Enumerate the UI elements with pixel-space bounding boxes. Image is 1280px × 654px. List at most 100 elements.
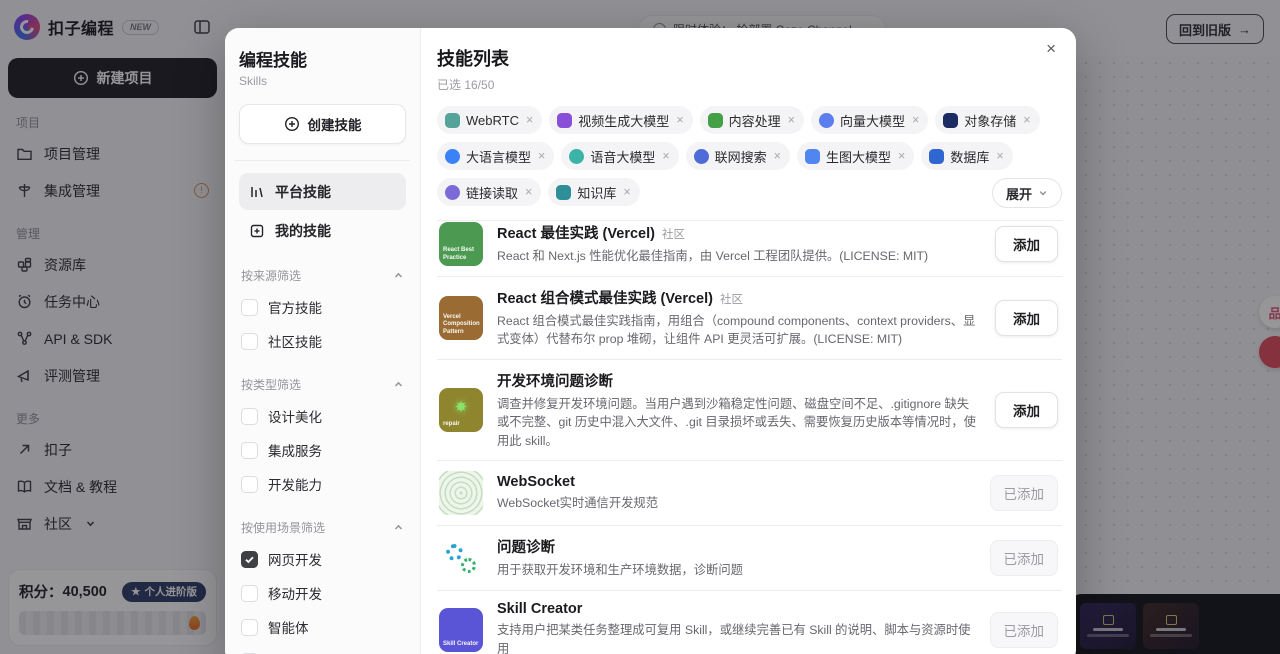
remove-tag-icon[interactable]: × (676, 113, 683, 127)
nav-platform-skills[interactable]: 平台技能 (239, 173, 406, 210)
skill-icon-gears (439, 536, 483, 580)
create-skill-label: 创建技能 (308, 114, 362, 134)
tag-link-reader[interactable]: 链接读取× (437, 178, 541, 206)
checkbox-icon (241, 619, 258, 636)
remove-tag-icon[interactable]: × (525, 185, 532, 199)
skill-icon-text: Vercel Composition Pattern (443, 314, 483, 337)
remove-tag-icon[interactable]: × (996, 149, 1003, 163)
skill-title: React 组合模式最佳实践 (Vercel) (497, 291, 713, 307)
checkbox-label: 移动开发 (268, 583, 322, 603)
checkbox-official-skills[interactable]: 官方技能 (239, 290, 406, 324)
skill-icon-text: Skill Creator (443, 641, 478, 649)
tag-database[interactable]: 数据库 × (921, 142, 1012, 170)
tag-label: 生图大模型 (826, 147, 891, 166)
create-skill-button[interactable]: 创建技能 (239, 104, 406, 144)
checkbox-icon (241, 333, 258, 350)
tag-web-search[interactable]: 联网搜索× (686, 142, 790, 170)
skill-description: WebSocket实时通信开发规范 (497, 494, 976, 512)
skill-row-skill-creator: Skill Creator Skill Creator 支持用户把某类任务整理成… (437, 591, 1062, 654)
checkbox-workflow-dev[interactable]: 工作流开发 (239, 644, 406, 654)
nav-my-skills[interactable]: 我的技能 (239, 212, 406, 249)
expand-tags-button[interactable]: 展开 (992, 178, 1062, 208)
tag-icon (569, 149, 584, 164)
tag-icon (805, 149, 820, 164)
nav-item-label: 我的技能 (275, 221, 331, 241)
checkbox-icon (241, 476, 258, 493)
filter-group-header[interactable]: 按来源筛选 (241, 267, 404, 284)
tag-vector-model[interactable]: 向量大模型 × (811, 106, 928, 134)
chevron-up-icon (393, 379, 404, 390)
selected-count: 已选 16/50 (437, 76, 1062, 93)
filter-group-header[interactable]: 按类型筛选 (241, 376, 404, 393)
checkbox-agent[interactable]: 智能体 (239, 610, 406, 644)
skill-icon-react-best-practice: React Best Practice (439, 222, 483, 266)
tag-label: 知识库 (577, 183, 616, 202)
added-button[interactable]: 已添加 (990, 475, 1059, 511)
close-icon[interactable]: × (1046, 40, 1056, 57)
tag-image-model[interactable]: 生图大模型 × (797, 142, 914, 170)
skill-icon-text: repair (443, 421, 460, 429)
checkbox-icon (241, 299, 258, 316)
skill-icon-react-composition: Vercel Composition Pattern (439, 296, 483, 340)
checkbox-community-skills[interactable]: 社区技能 (239, 324, 406, 358)
tag-webrtc[interactable]: WebRTC× (437, 106, 542, 134)
plus-circle-icon (284, 116, 300, 132)
add-button[interactable]: 添加 (995, 226, 1058, 262)
tag-video-model[interactable]: 视频生成大模型× (549, 106, 692, 134)
tag-icon (943, 113, 958, 128)
tag-object-storage[interactable]: 对象存储× (935, 106, 1039, 134)
tag-icon (556, 185, 571, 200)
checkbox-dev-capability[interactable]: 开发能力 (239, 467, 406, 501)
tag-icon (819, 113, 834, 128)
remove-tag-icon[interactable]: × (623, 185, 630, 199)
tag-content-processing[interactable]: 内容处理× (700, 106, 804, 134)
tag-label: 大语言模型 (466, 147, 531, 166)
remove-tag-icon[interactable]: × (912, 113, 919, 127)
remove-tag-icon[interactable]: × (774, 149, 781, 163)
skill-title: React 最佳实践 (Vercel) (497, 226, 655, 242)
tag-speech-model[interactable]: 语音大模型 × (561, 142, 678, 170)
checkbox-design[interactable]: 设计美化 (239, 399, 406, 433)
tag-label: 数据库 (950, 147, 989, 166)
remove-tag-icon[interactable]: × (526, 113, 533, 127)
tag-icon (929, 149, 944, 164)
skill-list: React Best Practice React 最佳实践 (Vercel)社… (437, 220, 1062, 654)
skill-row-react-best-practice: React Best Practice React 最佳实践 (Vercel)社… (437, 220, 1062, 277)
tag-icon (708, 113, 723, 128)
checkbox-integration-services[interactable]: 集成服务 (239, 433, 406, 467)
checkbox-label: 社区技能 (268, 331, 322, 351)
gear-icon (461, 558, 476, 573)
tag-icon (445, 149, 460, 164)
skill-icon-skill-creator: Skill Creator (439, 608, 483, 652)
added-button[interactable]: 已添加 (990, 612, 1059, 648)
rings-pattern-icon (439, 471, 483, 515)
skill-description: 支持用户把某类任务整理成可复用 Skill，或继续完善已有 Skill 的说明、… (497, 621, 976, 654)
skill-description: React 组合模式最佳实践指南，用组合（compound components… (497, 312, 981, 349)
tag-label: 向量大模型 (840, 111, 905, 130)
checkbox-icon (241, 442, 258, 459)
added-button[interactable]: 已添加 (990, 540, 1059, 576)
skill-title: 问题诊断 (497, 540, 555, 556)
selected-tags: WebRTC× 视频生成大模型× 内容处理× 向量大模型 × 对象存储× 大语言模… (437, 106, 1062, 208)
add-button[interactable]: 添加 (995, 392, 1058, 428)
tag-icon (694, 149, 709, 164)
filter-group-header[interactable]: 按使用场景筛选 (241, 519, 404, 536)
filter-group-title: 按来源筛选 (241, 267, 301, 284)
remove-tag-icon[interactable]: × (662, 149, 669, 163)
tag-knowledge-base[interactable]: 知识库 × (548, 178, 639, 206)
square-plus-icon (249, 223, 265, 239)
remove-tag-icon[interactable]: × (788, 113, 795, 127)
tag-icon (557, 113, 572, 128)
skills-modal-content: 技能列表 已选 16/50 WebRTC× 视频生成大模型× 内容处理× 向量大… (421, 28, 1076, 654)
checkbox-mobile-dev[interactable]: 移动开发 (239, 576, 406, 610)
tag-label: 语音大模型 (590, 147, 655, 166)
tag-llm[interactable]: 大语言模型 × (437, 142, 554, 170)
remove-tag-icon[interactable]: × (1023, 113, 1030, 127)
checkbox-web-dev[interactable]: 网页开发 (239, 542, 406, 576)
checkbox-label: 网页开发 (268, 549, 322, 569)
add-button[interactable]: 添加 (995, 300, 1058, 336)
skill-row-websocket: WebSocket WebSocket实时通信开发规范 已添加 (437, 461, 1062, 526)
remove-tag-icon[interactable]: × (898, 149, 905, 163)
divider (235, 160, 410, 161)
remove-tag-icon[interactable]: × (538, 149, 545, 163)
